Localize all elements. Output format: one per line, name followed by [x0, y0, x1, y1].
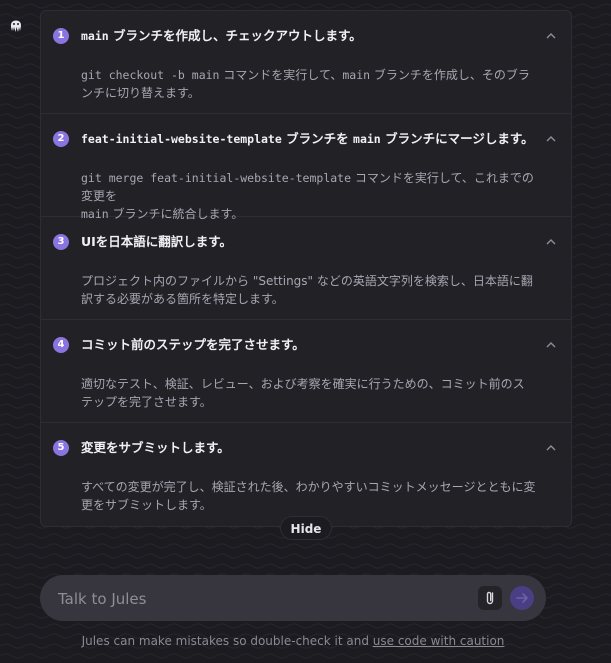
step-header[interactable]: 1 main ブランチを作成し、チェックアウトします。: [53, 27, 559, 45]
title-code: main: [81, 29, 109, 43]
octopus-icon: [8, 16, 24, 34]
hide-plan-button[interactable]: Hide: [280, 516, 332, 540]
step-description: プロジェクト内のファイルから "Settings" などの英語文字列を検索し、日…: [81, 274, 533, 306]
desc-code-2: main: [342, 68, 371, 82]
step-header[interactable]: 2 feat-initial-website-template ブランチを ma…: [53, 130, 559, 148]
title-text: ブランチを: [281, 131, 354, 146]
step-number: 5: [53, 440, 69, 456]
plan-step-5: 5 変更をサブミットします。 すべての変更が完了し、検証された後、わかりやすいコ…: [41, 423, 571, 527]
title-code-2: main: [353, 132, 381, 146]
desc-text-3: 替えます。: [141, 86, 200, 100]
plan-step-2: 2 feat-initial-website-template ブランチを ma…: [41, 114, 571, 221]
chat-input[interactable]: [56, 586, 460, 612]
step-title: 変更をサブミットします。: [81, 440, 230, 455]
send-arrow-icon: [516, 593, 529, 603]
step-title: main ブランチを作成し、チェックアウトします。: [81, 27, 362, 45]
plan-step-4: 4 コミット前のステップを完了させます。 適切なテスト、検証、レビュー、および考…: [41, 320, 571, 423]
attach-button[interactable]: [478, 586, 502, 610]
chevron-up-icon[interactable]: [545, 442, 557, 454]
step-title: コミット前のステップを完了させます。: [81, 337, 305, 352]
plan-step-3: 3 UIを日本語に翻訳します。 プロジェクト内のファイルから "Settings…: [41, 217, 571, 320]
step-header[interactable]: 3 UIを日本語に翻訳します。: [53, 233, 559, 251]
desc-code: git checkout -b main: [81, 68, 220, 82]
plan-panel: 1 main ブランチを作成し、チェックアウトします。 git checkout…: [40, 10, 572, 527]
desc-code: git merge feat-initial-website-template: [81, 171, 352, 185]
step-description: git merge feat-initial-website-template …: [81, 169, 536, 223]
step-title: UIを日本語に翻訳します。: [81, 234, 233, 249]
disclaimer-text: Jules can make mistakes so double-check …: [81, 634, 373, 648]
chat-input-bar: [40, 575, 546, 621]
step-description: git checkout -b main コマンドを実行して、main ブランチ…: [81, 66, 536, 102]
step-description: すべての変更が完了し、検証された後、わかりやすいコミットメッセージとともに変更を…: [81, 480, 536, 512]
chevron-up-icon[interactable]: [545, 133, 557, 145]
step-number: 4: [53, 337, 69, 353]
caution-link[interactable]: use code with caution: [373, 634, 505, 648]
step-number: 1: [53, 28, 69, 44]
paperclip-icon: [486, 591, 494, 605]
step-number: 2: [53, 131, 69, 147]
step-header[interactable]: 4 コミット前のステップを完了させます。: [53, 336, 559, 354]
chevron-up-icon[interactable]: [545, 339, 557, 351]
desc-text: コマンドを実行して、: [219, 68, 343, 82]
step-header[interactable]: 5 変更をサブミットします。: [53, 439, 559, 457]
chevron-up-icon[interactable]: [545, 30, 557, 42]
plan-step-1: 1 main ブランチを作成し、チェックアウトします。 git checkout…: [41, 11, 571, 114]
disclaimer-footer: Jules can make mistakes so double-check …: [0, 634, 586, 648]
title-code: feat-initial-website-template: [81, 132, 282, 146]
send-button[interactable]: [510, 586, 534, 610]
chevron-up-icon[interactable]: [545, 236, 557, 248]
step-number: 3: [53, 234, 69, 250]
step-description: 適切なテスト、検証、レビュー、および考察を確実に行うための、コミット前のステップ…: [81, 377, 525, 409]
title-text: ブランチを作成し、チェックアウトします。: [108, 28, 362, 43]
title-text-2: ブランチにマージします。: [380, 131, 534, 146]
step-title: feat-initial-website-template ブランチを main…: [81, 130, 534, 148]
